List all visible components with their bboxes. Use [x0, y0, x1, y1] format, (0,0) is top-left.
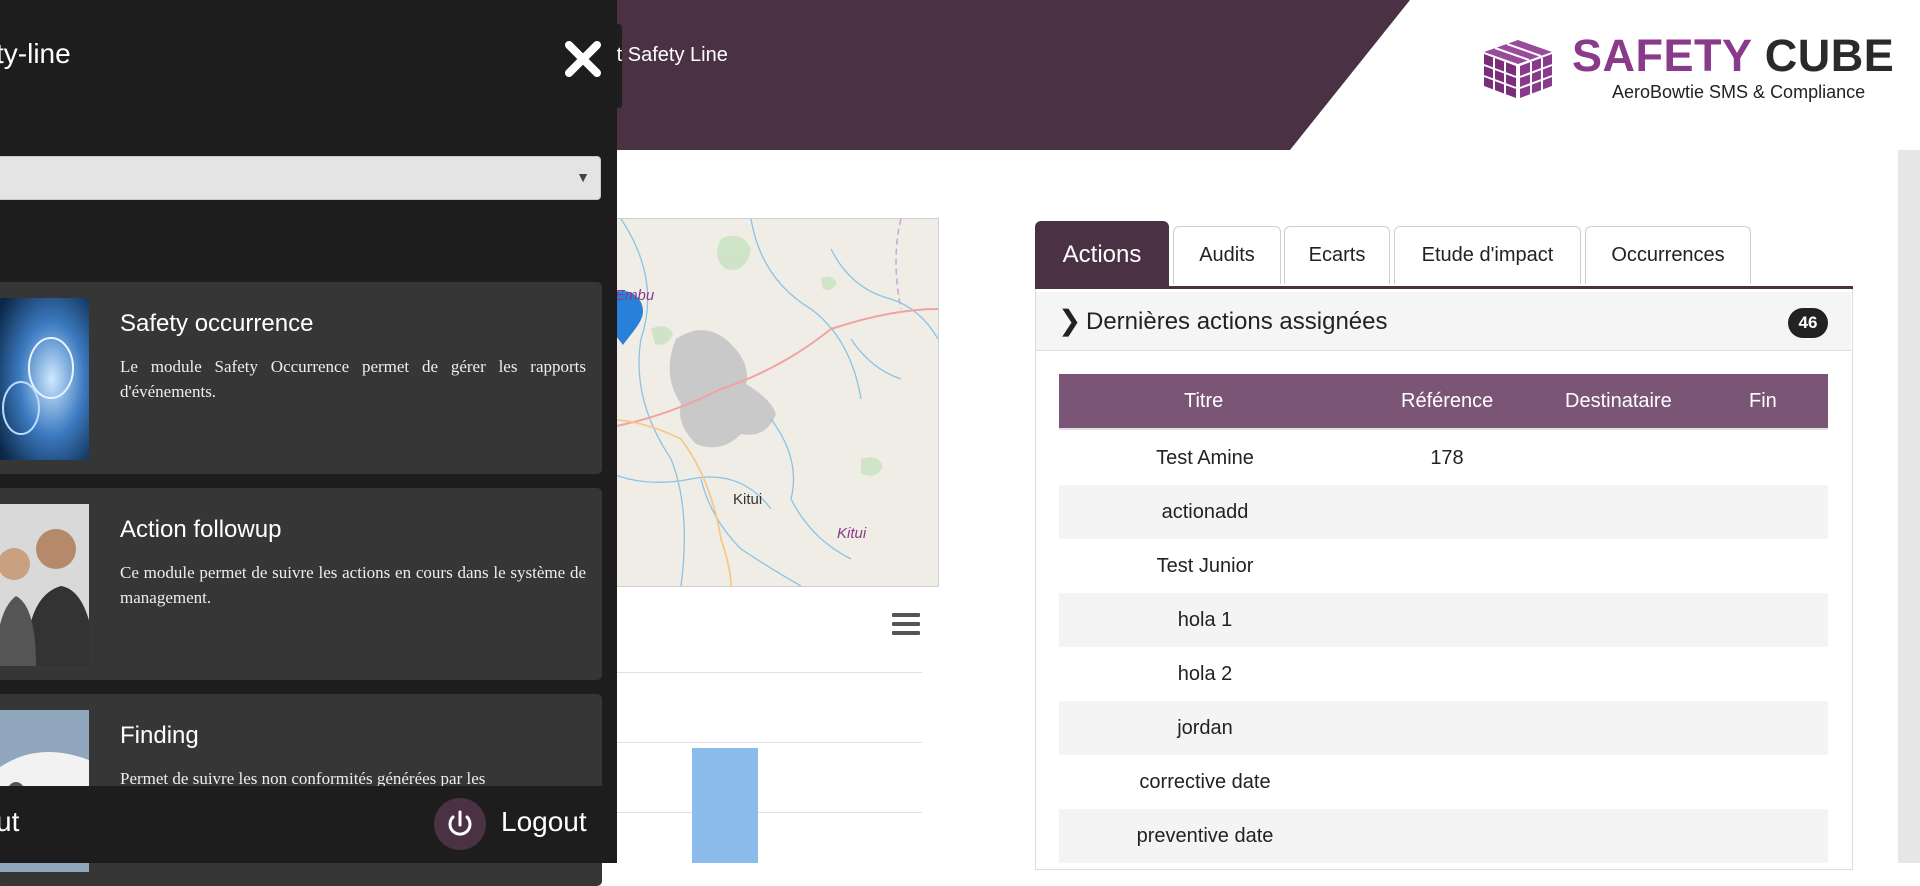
cell-titre: Test Amine — [1156, 447, 1254, 469]
module-title: Finding — [120, 722, 199, 749]
module-card-safety-occurrence[interactable]: Safety occurrence Le module Safety Occur… — [0, 282, 602, 474]
cell-titre: preventive date — [1136, 825, 1274, 847]
tab-occurrences[interactable]: Occurrences — [1585, 226, 1751, 284]
map-label-kitui-region: Kitui — [837, 525, 867, 542]
chart-gridline — [610, 812, 922, 813]
column-reference[interactable]: Référence — [1401, 390, 1493, 413]
module-title: Action followup — [120, 516, 282, 543]
column-fin[interactable]: Fin — [1749, 390, 1777, 413]
table-row[interactable]: jordan — [1059, 701, 1828, 755]
team-photo-image — [0, 504, 89, 666]
module-description: Le module Safety Occurrence permet de gé… — [120, 357, 586, 401]
close-icon[interactable] — [562, 38, 604, 80]
cell-titre: corrective date — [1139, 771, 1271, 793]
table-row[interactable]: hola 1 — [1059, 593, 1828, 647]
logo-title: SAFETY CUBE — [1572, 30, 1895, 81]
chart-gridline — [610, 742, 922, 743]
panel-site-title: ty-line — [0, 38, 71, 69]
cell-titre: actionadd — [1161, 501, 1249, 523]
column-destinataire[interactable]: Destinataire — [1565, 390, 1672, 413]
table-row[interactable]: Test Amine 178 — [1059, 431, 1828, 485]
chart-divider — [610, 672, 922, 673]
cell-reference: 178 — [1430, 447, 1464, 469]
column-titre[interactable]: Titre — [1184, 390, 1223, 413]
map-label-kitui: Kitui — [733, 491, 763, 508]
module-side-panel: ty-line ▼ Safety occurrence Le module Sa… — [0, 0, 617, 886]
table-row[interactable]: corrective date — [1059, 755, 1828, 809]
tab-ecarts[interactable]: Ecarts — [1284, 226, 1390, 284]
table-row[interactable]: Test Junior — [1059, 539, 1828, 593]
tab-actions[interactable]: Actions — [1035, 221, 1169, 287]
module-title: Safety occurrence — [120, 310, 314, 337]
safety-cube-logo-icon — [1483, 40, 1553, 98]
chart-menu-icon[interactable] — [892, 613, 920, 635]
dropdown-arrow-icon: ▼ — [576, 169, 590, 185]
tab-audits[interactable]: Audits — [1173, 226, 1281, 284]
chart-bar[interactable] — [692, 748, 758, 863]
cell-titre: hola 1 — [1177, 609, 1233, 631]
header-link[interactable]: rt Safety Line — [610, 44, 728, 67]
table-header: Titre Référence Destinataire Fin — [1059, 374, 1828, 430]
module-card-action-followup[interactable]: Action followup Ce module permet de suiv… — [0, 488, 602, 680]
panel-title[interactable]: Dernières actions assignées — [1086, 308, 1388, 336]
count-badge: 46 — [1788, 308, 1828, 338]
footer-left-link[interactable]: ut — [0, 806, 19, 838]
table-row[interactable]: hola 2 — [1059, 647, 1828, 701]
logout-button[interactable]: Logout — [501, 806, 587, 838]
table-row[interactable]: preventive date — [1059, 809, 1828, 863]
tab-etude-impact[interactable]: Etude d'impact — [1394, 226, 1581, 284]
map-widget[interactable]: Embu Kitui Kitui os — [600, 218, 939, 587]
logo-subtitle: AeroBowtie SMS & Compliance — [1612, 82, 1866, 102]
power-icon[interactable] — [434, 798, 486, 850]
lightbulb-image — [0, 298, 89, 460]
map-label-embu: Embu — [615, 287, 655, 304]
table-row[interactable]: actionadd — [1059, 485, 1828, 539]
chevron-right-icon[interactable]: ❯ — [1058, 304, 1081, 337]
module-select[interactable]: ▼ — [0, 156, 601, 200]
map-tiles — [601, 219, 938, 586]
cell-titre: Test Junior — [1156, 555, 1254, 577]
cell-titre: jordan — [1177, 717, 1233, 739]
page-scrollbar[interactable] — [1898, 150, 1920, 863]
cell-titre: hola 2 — [1177, 663, 1233, 685]
module-description: Ce module permet de suivre les actions e… — [120, 563, 586, 607]
